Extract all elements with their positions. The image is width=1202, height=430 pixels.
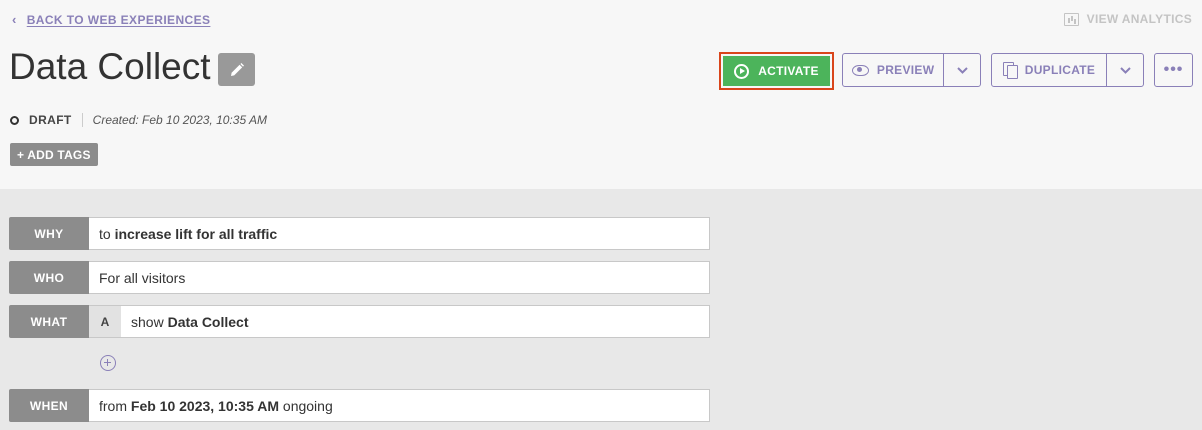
when-row: WHEN from Feb 10 2023, 10:35 AM ongoing bbox=[9, 389, 710, 422]
why-field[interactable]: to increase lift for all traffic bbox=[89, 217, 710, 250]
why-value: increase lift for all traffic bbox=[114, 225, 278, 242]
what-text: show Data Collect bbox=[131, 313, 249, 330]
preview-label: PREVIEW bbox=[876, 63, 935, 77]
add-tags-button[interactable]: + ADD TAGS bbox=[10, 143, 98, 166]
play-circle-icon bbox=[734, 63, 750, 79]
created-date: Created: Feb 10 2023, 10:35 AM bbox=[92, 113, 268, 127]
chevron-down-icon bbox=[956, 66, 968, 74]
chevron-left-icon: ‹ bbox=[12, 12, 17, 27]
what-field[interactable]: A show Data Collect bbox=[89, 305, 710, 338]
divider bbox=[81, 113, 83, 127]
why-label: WHY bbox=[9, 217, 89, 250]
experience-header: ‹ BACK TO WEB EXPERIENCES VIEW ANALYTICS… bbox=[0, 0, 1202, 189]
ellipsis-icon: ••• bbox=[1163, 61, 1184, 78]
status-circle-icon bbox=[10, 115, 19, 125]
variant-label: A bbox=[89, 306, 121, 337]
activate-button[interactable]: ACTIVATE bbox=[723, 56, 830, 86]
when-text: from Feb 10 2023, 10:35 AM ongoing bbox=[99, 397, 333, 414]
when-field[interactable]: from Feb 10 2023, 10:35 AM ongoing bbox=[89, 389, 710, 422]
who-label: WHO bbox=[9, 261, 89, 294]
duplicate-button[interactable]: DUPLICATE bbox=[992, 54, 1106, 86]
activate-label: ACTIVATE bbox=[758, 64, 819, 78]
when-value: Feb 10 2023, 10:35 AM bbox=[130, 397, 280, 414]
status-row: DRAFT Created: Feb 10 2023, 10:35 AM bbox=[10, 113, 267, 127]
status-badge: DRAFT bbox=[29, 113, 72, 127]
copy-icon bbox=[1002, 62, 1018, 79]
more-options-button[interactable]: ••• bbox=[1154, 53, 1193, 87]
what-label: WHAT bbox=[9, 305, 89, 338]
duplicate-label: DUPLICATE bbox=[1024, 63, 1096, 77]
preview-button[interactable]: PREVIEW bbox=[843, 54, 943, 86]
duplicate-dropdown-button[interactable] bbox=[1106, 54, 1143, 86]
back-to-web-experiences-link[interactable]: ‹ BACK TO WEB EXPERIENCES bbox=[12, 12, 210, 27]
preview-dropdown-button[interactable] bbox=[943, 54, 980, 86]
edit-title-button[interactable] bbox=[218, 53, 255, 86]
who-field[interactable]: For all visitors bbox=[89, 261, 710, 294]
analytics-icon bbox=[1063, 12, 1079, 26]
add-variant-icon[interactable] bbox=[100, 355, 116, 371]
eye-icon bbox=[851, 64, 869, 76]
view-analytics-button[interactable]: VIEW ANALYTICS bbox=[1063, 12, 1192, 26]
why-row: WHY to increase lift for all traffic bbox=[9, 217, 710, 250]
activate-button-highlight: ACTIVATE bbox=[719, 52, 834, 90]
what-row: WHAT A show Data Collect bbox=[9, 305, 710, 338]
page-title: Data Collect bbox=[9, 46, 211, 87]
duplicate-button-group: DUPLICATE bbox=[991, 53, 1144, 87]
view-analytics-label: VIEW ANALYTICS bbox=[1086, 12, 1192, 26]
pencil-icon bbox=[230, 62, 244, 76]
what-value: Data Collect bbox=[167, 313, 249, 330]
who-value: For all visitors bbox=[99, 269, 186, 286]
back-link-label: BACK TO WEB EXPERIENCES bbox=[26, 12, 211, 27]
who-row: WHO For all visitors bbox=[9, 261, 710, 294]
chevron-down-icon bbox=[1119, 66, 1131, 74]
when-label: WHEN bbox=[9, 389, 89, 422]
why-text: to increase lift for all traffic bbox=[99, 225, 278, 242]
preview-button-group: PREVIEW bbox=[842, 53, 981, 87]
